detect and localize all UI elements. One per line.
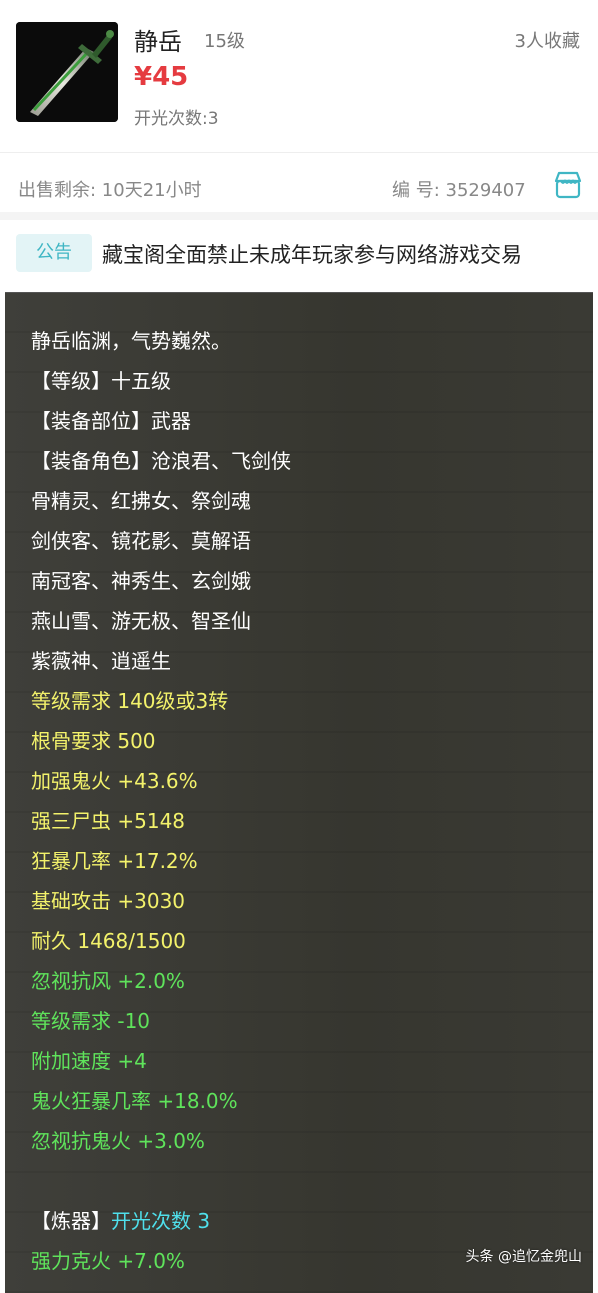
desc-roles-6: 紫薇神、逍遥生 bbox=[31, 649, 171, 673]
desc-roles-4: 南冠客、神秀生、玄剑娥 bbox=[31, 569, 251, 593]
item-level: 15级 bbox=[204, 31, 245, 52]
desc-req-level: 等级需求 140级或3转 bbox=[31, 689, 229, 713]
time-left: 出售剩余: 10天21小时 bbox=[18, 180, 202, 201]
section-gap bbox=[0, 212, 598, 220]
favorite-count[interactable]: 3人收藏 bbox=[515, 27, 580, 53]
sword-icon bbox=[16, 22, 118, 122]
desc-intro: 静岳临渊，气势巍然。 bbox=[31, 329, 231, 353]
shop-icon[interactable] bbox=[553, 170, 583, 204]
desc-attr-4: 基础攻击 +3030 bbox=[31, 889, 186, 913]
desc-extra-5: 忽视抗鬼火 +3.0% bbox=[31, 1129, 205, 1153]
desc-attr-1: 加强鬼火 +43.6% bbox=[31, 769, 198, 793]
item-name: 静岳 bbox=[134, 28, 182, 56]
desc-slot: 【装备部位】武器 bbox=[31, 409, 191, 433]
open-count: 开光次数:3 bbox=[134, 109, 219, 129]
desc-roles-5: 燕山雪、游无极、智圣仙 bbox=[31, 609, 251, 633]
item-card: 静岳 15级 3人收藏 ¥45 开光次数:3 bbox=[0, 0, 598, 160]
desc-level: 【等级】十五级 bbox=[31, 369, 171, 393]
notice-text: 藏宝阁全面禁止未成年玩家参与网络游戏交易 bbox=[102, 243, 522, 267]
desc-extra-3: 附加速度 +4 bbox=[31, 1049, 147, 1073]
desc-extra-1: 忽视抗风 +2.0% bbox=[31, 969, 185, 993]
desc-extra-2: 等级需求 -10 bbox=[31, 1009, 151, 1033]
desc-attr-3: 狂暴几率 +17.2% bbox=[31, 849, 198, 873]
desc-refine-1: 强力克火 +7.0% bbox=[31, 1249, 185, 1273]
desc-extra-4: 鬼火狂暴几率 +18.0% bbox=[31, 1089, 238, 1113]
desc-durability: 耐久 1468/1500 bbox=[31, 929, 186, 953]
notice-badge: 公告 bbox=[16, 234, 92, 272]
refine-label: 【炼器】 bbox=[31, 1209, 111, 1233]
watermark: 头条 @追忆金兜山 bbox=[465, 1249, 582, 1265]
sale-info-row: 出售剩余: 10天21小时 编 号: 3529407 bbox=[0, 160, 598, 212]
desc-roles-3: 剑侠客、镜花影、莫解语 bbox=[31, 529, 251, 553]
serial-number: 编 号: 3529407 bbox=[392, 180, 526, 201]
desc-attr-2: 强三尸虫 +5148 bbox=[31, 809, 186, 833]
item-description-panel: 静岳临渊，气势巍然。 【等级】十五级 【装备部位】武器 【装备角色】沧浪君、飞剑… bbox=[5, 292, 593, 1293]
desc-req-bone: 根骨要求 500 bbox=[31, 729, 156, 753]
notice-bar[interactable]: 公告 藏宝阁全面禁止未成年玩家参与网络游戏交易 bbox=[0, 220, 598, 284]
desc-refine-row: 【炼器】开光次数 3 bbox=[31, 1207, 210, 1235]
desc-roles-2: 骨精灵、红拂女、祭剑魂 bbox=[31, 489, 251, 513]
divider bbox=[0, 152, 598, 153]
refine-value: 开光次数 3 bbox=[111, 1209, 211, 1233]
price: ¥45 bbox=[134, 62, 189, 92]
item-image[interactable] bbox=[16, 22, 118, 122]
desc-roles: 【装备角色】沧浪君、飞剑侠 bbox=[31, 449, 291, 473]
